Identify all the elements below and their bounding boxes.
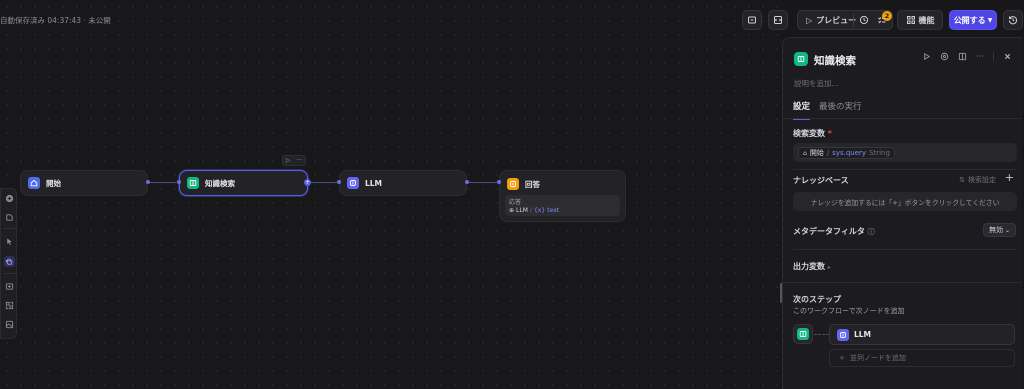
home-icon xyxy=(28,177,40,189)
output-variables-toggle[interactable]: 出力変数 ▸ xyxy=(793,261,831,272)
plus-icon: + xyxy=(839,354,845,362)
input-handle[interactable] xyxy=(497,180,501,184)
llm-small-icon: ⊕ xyxy=(509,207,515,214)
settings-sliders-icon: ⇅ xyxy=(959,176,965,184)
home-icon: ⌂ xyxy=(803,149,807,157)
env-icon xyxy=(748,16,756,24)
reply-icon xyxy=(507,178,519,190)
add-next-node-handle[interactable]: + xyxy=(304,179,311,186)
brain-icon xyxy=(347,177,359,189)
caret-right-icon: ▸ xyxy=(827,264,831,271)
run-history-button[interactable] xyxy=(859,15,869,27)
edge-llm-answer xyxy=(467,182,499,183)
next-step-label: 次のステップ xyxy=(793,295,841,304)
run-node-icon[interactable]: ▷ xyxy=(286,157,291,164)
output-handle[interactable] xyxy=(146,180,150,184)
tab-settings[interactable]: 設定 xyxy=(793,100,811,120)
checklist-button[interactable]: 2 xyxy=(877,11,892,27)
hand-icon[interactable] xyxy=(4,256,15,267)
answer-response-box: 応答 ⊕ LLM / {x} text xyxy=(505,195,620,216)
book-icon xyxy=(797,328,809,340)
next-node-llm[interactable]: LLM xyxy=(829,324,1015,345)
preview-group: ▷ プレビュー 2 xyxy=(797,10,893,30)
node-toolbar: ▷ ··· xyxy=(282,155,306,166)
book-icon xyxy=(187,177,199,189)
run-step-icon[interactable] xyxy=(922,52,931,63)
checklist-badge: 2 xyxy=(882,11,892,21)
conversation-variables-button[interactable] xyxy=(768,10,788,30)
knowledge-base-label: ナレッジベース xyxy=(793,176,849,185)
play-icon: ▷ xyxy=(806,15,813,25)
autosave-status: 自動保存済み 04:37:43 · 未公開 xyxy=(0,16,111,25)
code-block-icon xyxy=(774,16,782,24)
node-title: 回答 xyxy=(525,179,540,189)
chevron-down-icon: ▼ xyxy=(987,16,993,24)
history-icon xyxy=(1008,16,1018,25)
retrieval-settings-button[interactable]: ⇅ 検索設定 xyxy=(959,175,996,185)
node-title: 開始 xyxy=(46,178,61,188)
env-variables-button[interactable] xyxy=(742,10,762,30)
input-handle[interactable] xyxy=(337,180,341,184)
export-image-icon[interactable] xyxy=(5,282,14,291)
current-node-thumb xyxy=(793,324,813,344)
more-icon[interactable]: ··· xyxy=(976,52,984,63)
minimap-icon[interactable] xyxy=(5,320,14,329)
version-history-button[interactable] xyxy=(1003,10,1023,30)
node-title: LLM xyxy=(365,178,383,188)
features-button[interactable]: 機能 xyxy=(897,10,943,30)
panel-title[interactable]: 知識検索 xyxy=(814,53,856,68)
pointer-icon[interactable] xyxy=(5,237,14,246)
metadata-filter-select[interactable]: 無効 ⌄ xyxy=(982,223,1016,237)
help-icon[interactable] xyxy=(940,52,949,63)
edge-knowledge-llm xyxy=(308,182,339,183)
layout-icon[interactable] xyxy=(958,52,967,63)
next-step-description: このワークフローで次ノードを追加 xyxy=(793,307,905,315)
node-llm[interactable]: LLM xyxy=(339,170,467,196)
variable-chip[interactable]: ⌂ 開始 / sys.query String xyxy=(798,147,895,159)
features-icon xyxy=(906,16,915,24)
metadata-filter-label: メタデータフィルタ ⓘ xyxy=(793,227,875,236)
node-settings-panel: 知識検索 ··· 説明を追加... 設定 最後の実行 検索変数 * ⌂ 開始 /… xyxy=(780,37,1022,389)
node-start[interactable]: 開始 xyxy=(20,170,148,196)
query-variable-label: 検索変数 * xyxy=(793,129,832,138)
input-handle[interactable] xyxy=(177,180,181,184)
panel-resize-handle[interactable] xyxy=(780,283,782,303)
chevron-down-icon: ⌄ xyxy=(1004,226,1010,234)
variable-icon: {x} xyxy=(533,207,546,214)
clock-icon xyxy=(859,15,869,25)
book-icon xyxy=(794,52,808,66)
query-variable-field[interactable]: ⌂ 開始 / sys.query String xyxy=(793,143,1017,162)
tab-last-run[interactable]: 最後の実行 xyxy=(819,100,862,120)
close-icon[interactable] xyxy=(1003,52,1012,63)
more-icon[interactable]: ··· xyxy=(296,157,302,164)
add-node-icon[interactable] xyxy=(5,194,14,203)
node-knowledge-retrieval[interactable]: 知識検索 xyxy=(179,170,308,196)
output-handle[interactable] xyxy=(465,180,469,184)
publish-button[interactable]: 公開する ▼ xyxy=(949,10,997,30)
node-title: 知識検索 xyxy=(205,178,235,188)
add-knowledge-button[interactable]: + xyxy=(1005,171,1014,184)
auto-layout-icon[interactable] xyxy=(5,301,14,310)
info-icon: ⓘ xyxy=(867,228,875,236)
preview-button[interactable]: プレビュー xyxy=(816,15,856,26)
add-parallel-node-button[interactable]: + 並列ノードを追加 xyxy=(829,349,1015,367)
brain-icon xyxy=(837,328,849,341)
knowledge-empty-box: ナレッジを追加するには「+」ボタンをクリックしてください xyxy=(793,192,1017,211)
response-label: 応答 xyxy=(509,199,522,206)
variable-reference: ⊕ LLM / {x} text xyxy=(509,207,559,214)
edge-start-knowledge xyxy=(148,182,179,183)
description-input[interactable]: 説明を追加... xyxy=(794,78,839,89)
node-answer[interactable]: 回答 応答 ⊕ LLM / {x} text xyxy=(499,170,626,222)
add-note-icon[interactable] xyxy=(5,213,14,222)
canvas-toolbar xyxy=(0,188,17,339)
